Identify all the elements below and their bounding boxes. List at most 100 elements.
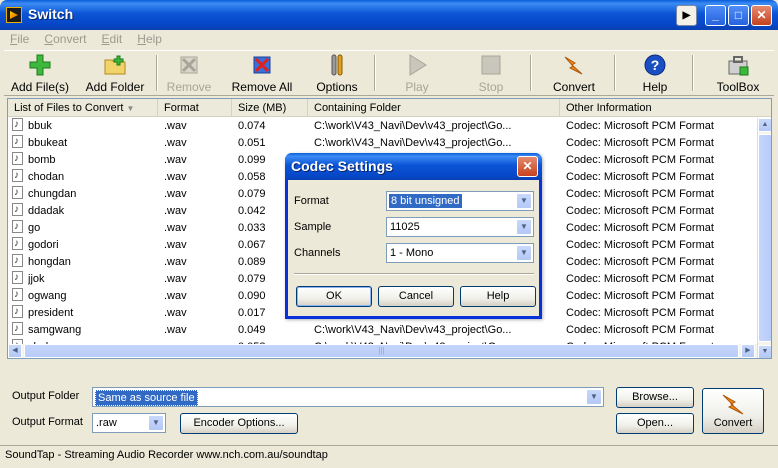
menu-convert[interactable]: Convert	[38, 30, 92, 48]
audio-file-icon	[12, 322, 23, 335]
window-title: Switch	[28, 6, 74, 22]
audio-file-icon	[12, 135, 23, 148]
file-format-cell: .wav	[164, 239, 187, 251]
convert-arrow-icon	[562, 53, 586, 77]
remove-file-icon	[177, 53, 201, 77]
table-row[interactable]: bbuk .wav 0.074 C:\work\V43_Navi\Dev\v43_pr…	[8, 118, 757, 135]
column-header-info[interactable]: Other Information	[560, 99, 771, 117]
vertical-scroll-thumb[interactable]	[758, 134, 771, 342]
add-folder-button[interactable]: Add Folder	[80, 53, 150, 95]
menu-file[interactable]: File	[4, 30, 35, 48]
file-name-cell: jjok	[28, 273, 45, 285]
dialog-title-bar: Codec Settings ✕	[285, 153, 542, 180]
remove-button[interactable]: Remove	[162, 53, 216, 95]
table-row[interactable]: bbukeat .wav 0.051 C:\work\V43_Navi\Dev\v43…	[8, 135, 757, 152]
sample-label: Sample	[294, 221, 332, 233]
file-info-cell: Codec: Microsoft PCM Format	[566, 154, 714, 166]
file-info-cell: Codec: Microsoft PCM Format	[566, 120, 714, 132]
channels-combo[interactable]: 1 - Mono ▼	[386, 243, 534, 263]
audio-file-icon	[12, 152, 23, 165]
audio-file-icon	[12, 288, 23, 301]
convert-button-label: Convert	[713, 417, 753, 429]
maximize-button[interactable]: □	[728, 5, 749, 26]
menu-bar: File Convert Edit Help	[4, 30, 774, 49]
column-header-folder[interactable]: Containing Folder	[308, 99, 560, 117]
folder-plus-icon	[103, 53, 127, 77]
column-header-format[interactable]: Format	[158, 99, 232, 117]
file-info-cell: Codec: Microsoft PCM Format	[566, 137, 714, 149]
output-format-label: Output Format	[12, 416, 83, 428]
convert-toolbar-label: Convert	[552, 80, 596, 94]
open-button[interactable]: Open...	[616, 413, 694, 434]
dialog-close-button[interactable]: ✕	[517, 156, 538, 177]
file-format-cell: .wav	[164, 307, 187, 319]
encoder-options-button[interactable]: Encoder Options...	[180, 413, 298, 434]
play-label: Play	[405, 80, 429, 94]
file-name-cell: bbuk	[28, 120, 52, 132]
sample-combo[interactable]: 11025 ▼	[386, 217, 534, 237]
add-files-button[interactable]: Add File(s)	[6, 53, 74, 95]
column-header-size[interactable]: Size (MB)	[232, 99, 308, 117]
file-size-cell: 0.074	[238, 120, 266, 132]
vertical-scrollbar[interactable]: ▲ ▼	[757, 118, 771, 358]
help-toolbar-button[interactable]: ? Help	[628, 53, 682, 95]
convert-button[interactable]: Convert	[702, 388, 764, 434]
green-plus-icon	[28, 53, 52, 77]
toolbox-label: ToolBox	[716, 80, 760, 94]
chevron-down-icon[interactable]: ▼	[516, 193, 532, 209]
output-folder-combo[interactable]: Same as source file ▼	[92, 387, 604, 407]
audio-file-icon	[12, 254, 23, 267]
chevron-down-icon[interactable]: ▼	[148, 415, 164, 431]
file-info-cell: Codec: Microsoft PCM Format	[566, 222, 714, 234]
convert-toolbar-button[interactable]: Convert	[544, 53, 604, 95]
chevron-down-icon[interactable]: ▼	[516, 245, 532, 261]
play-button[interactable]: Play	[392, 53, 442, 95]
play-icon	[405, 53, 429, 77]
remove-all-button[interactable]: Remove All	[224, 53, 300, 95]
horizontal-scrollbar[interactable]: ◀ ||| ▶	[8, 344, 757, 358]
file-format-cell: .wav	[164, 120, 187, 132]
cancel-button[interactable]: Cancel	[378, 286, 454, 307]
file-folder-cell: C:\work\V43_Navi\Dev\v43_project\Go...	[314, 137, 512, 149]
file-info-cell: Codec: Microsoft PCM Format	[566, 188, 714, 200]
file-name-cell: godori	[28, 239, 59, 251]
sample-value: 11025	[390, 221, 420, 233]
toolbox-icon	[726, 53, 750, 77]
column-header-name[interactable]: List of Files to Convert ▼	[8, 99, 158, 117]
output-folder-value: Same as source file	[95, 390, 198, 406]
file-format-cell: .wav	[164, 137, 187, 149]
menu-arrow-button[interactable]: ▶	[676, 5, 697, 26]
menu-edit[interactable]: Edit	[96, 30, 129, 48]
scroll-right-button[interactable]: ▶	[741, 344, 755, 358]
help-button[interactable]: Help	[460, 286, 536, 307]
format-combo[interactable]: 8 bit unsigned ▼	[386, 191, 534, 211]
stop-label: Stop	[478, 80, 504, 94]
toolbar: Add File(s) Add Folder Remove Remove All…	[4, 50, 774, 96]
output-format-value: .raw	[96, 417, 117, 429]
scroll-up-button[interactable]: ▲	[758, 118, 771, 132]
file-info-cell: Codec: Microsoft PCM Format	[566, 171, 714, 183]
file-format-cell: .wav	[164, 154, 187, 166]
audio-file-icon	[12, 203, 23, 216]
minimize-button[interactable]: _	[705, 5, 726, 26]
horizontal-scroll-thumb[interactable]: |||	[24, 344, 739, 358]
chevron-down-icon[interactable]: ▼	[586, 389, 602, 405]
close-button[interactable]: ✕	[751, 5, 772, 26]
svg-text:?: ?	[651, 57, 660, 73]
toolbox-button[interactable]: ToolBox	[706, 53, 770, 95]
add-files-label: Add File(s)	[10, 80, 69, 94]
stop-button[interactable]: Stop	[466, 53, 516, 95]
table-row[interactable]: samgwang .wav 0.049 C:\work\V43_Navi\Dev\v4…	[8, 322, 757, 339]
output-format-combo[interactable]: .raw ▼	[92, 413, 166, 433]
browse-button[interactable]: Browse...	[616, 387, 694, 408]
menu-help[interactable]: Help	[131, 30, 168, 48]
ok-button[interactable]: OK	[296, 286, 372, 307]
file-name-cell: chodan	[28, 171, 65, 183]
scroll-left-button[interactable]: ◀	[8, 344, 22, 358]
file-name-cell: samgwang	[28, 324, 82, 336]
file-info-cell: Codec: Microsoft PCM Format	[566, 239, 714, 251]
dialog-title: Codec Settings	[291, 158, 393, 174]
options-button[interactable]: Options	[308, 53, 366, 95]
chevron-down-icon[interactable]: ▼	[516, 219, 532, 235]
scroll-down-button[interactable]: ▼	[758, 345, 771, 358]
